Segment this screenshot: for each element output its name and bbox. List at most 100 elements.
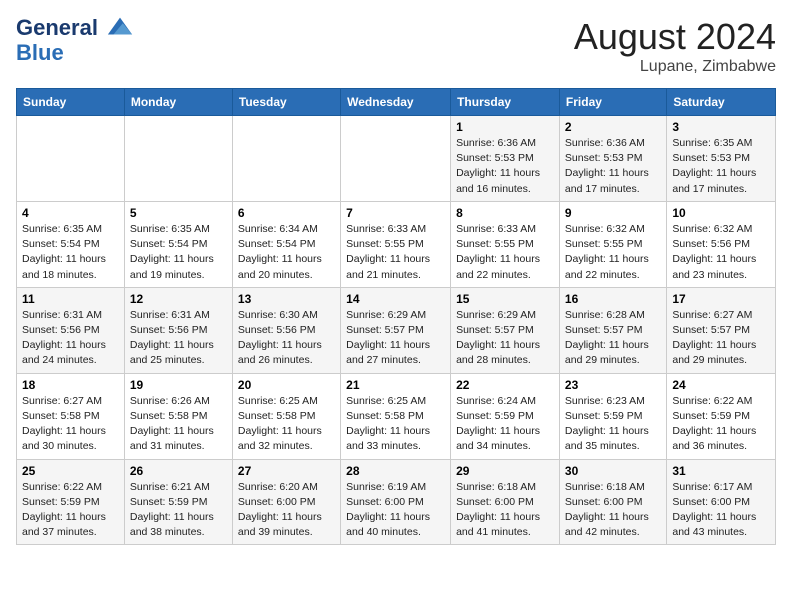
day-number: 13 [238,292,335,306]
calendar-cell: 26 Sunrise: 6:21 AM Sunset: 5:59 PM Dayli… [124,459,232,545]
day-info: Sunrise: 6:35 AM Sunset: 5:53 PM Dayligh… [672,136,770,197]
day-info: Sunrise: 6:32 AM Sunset: 5:56 PM Dayligh… [672,222,770,283]
calendar-cell: 2 Sunrise: 6:36 AM Sunset: 5:53 PM Daylig… [559,116,666,202]
day-number: 14 [346,292,445,306]
day-info: Sunrise: 6:24 AM Sunset: 5:59 PM Dayligh… [456,394,554,455]
day-info: Sunrise: 6:30 AM Sunset: 5:56 PM Dayligh… [238,308,335,369]
day-info: Sunrise: 6:25 AM Sunset: 5:58 PM Dayligh… [346,394,445,455]
day-info: Sunrise: 6:21 AM Sunset: 5:59 PM Dayligh… [130,480,227,541]
day-info: Sunrise: 6:18 AM Sunset: 6:00 PM Dayligh… [456,480,554,541]
day-number: 19 [130,378,227,392]
day-number: 30 [565,464,661,478]
logo-blue: Blue [16,41,134,65]
day-info: Sunrise: 6:22 AM Sunset: 5:59 PM Dayligh… [672,394,770,455]
day-number: 7 [346,206,445,220]
day-number: 20 [238,378,335,392]
day-info: Sunrise: 6:35 AM Sunset: 5:54 PM Dayligh… [130,222,227,283]
day-number: 25 [22,464,119,478]
calendar-cell: 7 Sunrise: 6:33 AM Sunset: 5:55 PM Daylig… [341,201,451,287]
day-info: Sunrise: 6:17 AM Sunset: 6:00 PM Dayligh… [672,480,770,541]
calendar-cell [124,116,232,202]
calendar-cell: 28 Sunrise: 6:19 AM Sunset: 6:00 PM Dayli… [341,459,451,545]
day-info: Sunrise: 6:36 AM Sunset: 5:53 PM Dayligh… [565,136,661,197]
logo-text: General [16,16,134,41]
day-info: Sunrise: 6:31 AM Sunset: 5:56 PM Dayligh… [130,308,227,369]
day-info: Sunrise: 6:32 AM Sunset: 5:55 PM Dayligh… [565,222,661,283]
dow-header: Wednesday [341,89,451,116]
day-number: 21 [346,378,445,392]
calendar-cell: 25 Sunrise: 6:22 AM Sunset: 5:59 PM Dayli… [17,459,125,545]
title-block: August 2024 Lupane, Zimbabwe [574,16,776,76]
calendar-cell: 11Sunrise: 6:31 AM Sunset: 5:56 PM Dayli… [17,287,125,373]
month-year: August 2024 [574,16,776,58]
day-number: 3 [672,120,770,134]
day-number: 24 [672,378,770,392]
day-number: 15 [456,292,554,306]
calendar-cell: 29 Sunrise: 6:18 AM Sunset: 6:00 PM Dayli… [451,459,560,545]
day-number: 27 [238,464,335,478]
dow-header: Thursday [451,89,560,116]
day-number: 31 [672,464,770,478]
calendar-cell: 12 Sunrise: 6:31 AM Sunset: 5:56 PM Dayli… [124,287,232,373]
calendar-cell: 24 Sunrise: 6:22 AM Sunset: 5:59 PM Dayli… [667,373,776,459]
calendar-cell: 15 Sunrise: 6:29 AM Sunset: 5:57 PM Dayli… [451,287,560,373]
day-number: 12 [130,292,227,306]
day-info: Sunrise: 6:26 AM Sunset: 5:58 PM Dayligh… [130,394,227,455]
day-info: Sunrise: 6:18 AM Sunset: 6:00 PM Dayligh… [565,480,661,541]
day-info: Sunrise: 6:19 AM Sunset: 6:00 PM Dayligh… [346,480,445,541]
day-number: 4 [22,206,119,220]
calendar-cell: 22 Sunrise: 6:24 AM Sunset: 5:59 PM Dayli… [451,373,560,459]
day-info: Sunrise: 6:29 AM Sunset: 5:57 PM Dayligh… [346,308,445,369]
day-info: Sunrise: 6:27 AM Sunset: 5:58 PM Dayligh… [22,394,119,455]
calendar-cell [341,116,451,202]
day-info: Sunrise: 6:31 AM Sunset: 5:56 PM Dayligh… [22,308,119,369]
location: Lupane, Zimbabwe [574,58,776,76]
day-number: 6 [238,206,335,220]
day-info: Sunrise: 6:22 AM Sunset: 5:59 PM Dayligh… [22,480,119,541]
logo-icon [106,13,134,41]
day-info: Sunrise: 6:28 AM Sunset: 5:57 PM Dayligh… [565,308,661,369]
dow-header: Sunday [17,89,125,116]
dow-header: Friday [559,89,666,116]
day-number: 18 [22,378,119,392]
calendar-cell: 4 Sunrise: 6:35 AM Sunset: 5:54 PM Daylig… [17,201,125,287]
calendar-cell: 27 Sunrise: 6:20 AM Sunset: 6:00 PM Dayli… [232,459,340,545]
calendar-cell: 18 Sunrise: 6:27 AM Sunset: 5:58 PM Dayli… [17,373,125,459]
day-number: 28 [346,464,445,478]
day-info: Sunrise: 6:33 AM Sunset: 5:55 PM Dayligh… [456,222,554,283]
day-number: 23 [565,378,661,392]
day-number: 2 [565,120,661,134]
day-info: Sunrise: 6:34 AM Sunset: 5:54 PM Dayligh… [238,222,335,283]
calendar-cell: 19 Sunrise: 6:26 AM Sunset: 5:58 PM Dayli… [124,373,232,459]
day-number: 1 [456,120,554,134]
dow-header: Monday [124,89,232,116]
calendar-cell: 21 Sunrise: 6:25 AM Sunset: 5:58 PM Dayli… [341,373,451,459]
day-number: 26 [130,464,227,478]
day-info: Sunrise: 6:20 AM Sunset: 6:00 PM Dayligh… [238,480,335,541]
calendar-cell: 8 Sunrise: 6:33 AM Sunset: 5:55 PM Daylig… [451,201,560,287]
calendar-cell: 17Sunrise: 6:27 AM Sunset: 5:57 PM Dayli… [667,287,776,373]
day-info: Sunrise: 6:25 AM Sunset: 5:58 PM Dayligh… [238,394,335,455]
day-info: Sunrise: 6:29 AM Sunset: 5:57 PM Dayligh… [456,308,554,369]
day-number: 29 [456,464,554,478]
calendar-cell: 6 Sunrise: 6:34 AM Sunset: 5:54 PM Daylig… [232,201,340,287]
day-number: 10 [672,206,770,220]
page-header: General Blue August 2024 Lupane, Zimbabw… [16,16,776,76]
day-number: 8 [456,206,554,220]
calendar-cell [232,116,340,202]
day-number: 16 [565,292,661,306]
dow-header: Saturday [667,89,776,116]
calendar-cell: 13 Sunrise: 6:30 AM Sunset: 5:56 PM Dayli… [232,287,340,373]
day-number: 17 [672,292,770,306]
calendar-cell [17,116,125,202]
day-number: 22 [456,378,554,392]
day-info: Sunrise: 6:35 AM Sunset: 5:54 PM Dayligh… [22,222,119,283]
calendar-cell: 20 Sunrise: 6:25 AM Sunset: 5:58 PM Dayli… [232,373,340,459]
day-number: 9 [565,206,661,220]
calendar-cell: 9 Sunrise: 6:32 AM Sunset: 5:55 PM Daylig… [559,201,666,287]
day-info: Sunrise: 6:33 AM Sunset: 5:55 PM Dayligh… [346,222,445,283]
day-info: Sunrise: 6:23 AM Sunset: 5:59 PM Dayligh… [565,394,661,455]
calendar-cell: 1Sunrise: 6:36 AM Sunset: 5:53 PM Daylig… [451,116,560,202]
calendar-cell: 10 Sunrise: 6:32 AM Sunset: 5:56 PM Dayli… [667,201,776,287]
calendar-table: SundayMondayTuesdayWednesdayThursdayFrid… [16,88,776,545]
